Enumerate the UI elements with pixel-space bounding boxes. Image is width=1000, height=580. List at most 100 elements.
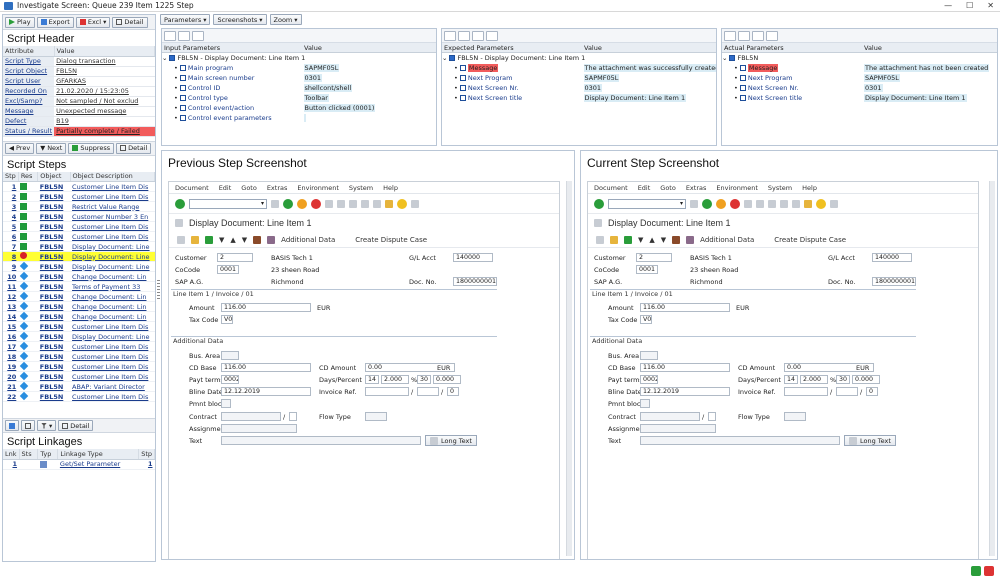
step-object[interactable]: FBL5N [37,201,71,212]
param-row[interactable]: • Main screen number 0301 [162,73,436,83]
step-object[interactable]: FBL5N [37,271,71,282]
menu-item[interactable]: Extras [267,184,288,192]
param-row[interactable]: • Next Program SAPMF05L [442,73,716,83]
input-field[interactable]: V0 [221,315,233,324]
header-attr[interactable]: Status / Result [3,126,55,137]
param-row[interactable]: • Control type Toolbar [162,93,436,103]
input-field[interactable]: 12.12.2019 [221,387,311,396]
input-field[interactable]: 116.00 [640,303,730,312]
ok-button[interactable] [971,566,981,576]
step-number[interactable]: 18 [3,351,19,362]
filter-button[interactable]: ▾ [37,420,57,431]
input-field[interactable]: 0 [866,387,878,396]
vertical-splitter[interactable] [157,280,160,300]
input-field[interactable]: 0.000 [433,375,461,384]
step-row[interactable]: 10 FBL5N Change Document: Lin [3,271,155,282]
step-row[interactable]: 20 FBL5N Customer Line Item Dis [3,371,155,382]
menu-item[interactable]: System [349,184,373,192]
input-field[interactable]: 0001 [636,265,658,274]
step-description[interactable]: Customer Line Item Dis [70,321,155,332]
step-row[interactable]: 9 FBL5N Display Document: Line [3,261,155,272]
scrollbar[interactable] [989,181,995,556]
header-value[interactable]: Dialog transaction [54,56,155,67]
input-field[interactable] [221,424,297,433]
step-row[interactable]: 8 FBL5N Display Document: Line [3,251,155,262]
linkage-step[interactable]: 1 [138,459,155,470]
step-description[interactable]: Display Document: Line [70,331,155,342]
step-number[interactable]: 19 [3,361,19,372]
menu-item[interactable]: System [768,184,792,192]
step-number[interactable]: 15 [3,321,19,332]
input-field[interactable]: 30 [417,375,431,384]
step-description[interactable]: Customer Line Item Dis [70,221,155,232]
header-value[interactable]: Partially complete / Failed [54,126,155,137]
input-field[interactable]: 14 [784,375,798,384]
steps-col[interactable]: Object Description [70,171,155,182]
step-description[interactable]: Customer Line Item Dis [70,391,155,402]
print-icon[interactable] [325,199,333,208]
page-icon[interactable] [792,199,800,208]
input-field[interactable]: 116.00 [221,303,311,312]
enter-icon[interactable] [594,198,604,209]
step-row[interactable]: 16 FBL5N Display Document: Line [3,331,155,342]
input-field[interactable]: 0 [447,387,459,396]
step-description[interactable]: Customer Line Item Dis [70,231,155,242]
param-row[interactable]: • Next Screen title Display Document: Line… [442,93,716,103]
tool-icon[interactable] [610,235,618,244]
step-object[interactable]: FBL5N [37,311,71,322]
header-value[interactable]: GFARKAS [54,76,155,87]
step-row[interactable]: 3 FBL5N Restrict Value Range [3,201,155,212]
settings-icon[interactable] [411,199,419,208]
input-field[interactable]: V0 [640,315,652,324]
step-number[interactable]: 11 [3,281,19,292]
step-object[interactable]: FBL5N [37,231,71,242]
input-field[interactable] [784,387,828,396]
step-number[interactable]: 21 [3,381,19,392]
step-description[interactable]: Customer Line Item Dis [70,181,155,192]
cancel-icon[interactable] [311,198,321,209]
linkage-col[interactable]: Linkage Type [57,449,140,460]
tool-icon[interactable] [686,235,695,244]
tool-icon[interactable] [177,235,185,244]
menu-item[interactable]: Edit [219,184,232,192]
cancel-icon[interactable] [730,198,740,209]
up-icon[interactable]: ▲ [649,236,654,244]
step-description[interactable]: Terms of Payment 33 [70,281,155,292]
header-value[interactable]: B19 [54,116,155,127]
param-row[interactable]: • Control event/action Button clicked (000… [162,103,436,113]
tool-icon[interactable] [672,235,681,244]
next-button[interactable]: ▼ Next [36,142,67,154]
input-field[interactable] [836,387,858,396]
tool-icon[interactable] [191,235,199,244]
maximize-icon[interactable]: ☐ [966,1,973,10]
step-row[interactable]: 21 FBL5N ABAP: Variant Director [3,381,155,392]
linkage-col[interactable]: Lnk [3,449,20,460]
step-number[interactable]: 20 [3,371,19,382]
step-object[interactable]: FBL5N [37,381,71,392]
header-attr[interactable]: Message [3,106,55,117]
export-button[interactable]: Export [36,16,74,28]
param-row[interactable]: • Next Program SAPMF05L [722,73,997,83]
help-icon[interactable] [397,198,407,209]
input-field[interactable]: 2.000 [800,375,828,384]
header-attr[interactable]: Script Type [3,56,55,67]
tree-tool-2[interactable] [738,30,750,41]
header-value[interactable]: Unexpected message [54,106,155,117]
step-description[interactable]: Display Document: Line [70,241,155,252]
header-value[interactable]: Not sampled / Not exclud [54,96,155,107]
header-attr[interactable]: Recorded On [3,86,55,97]
exit-icon[interactable] [716,198,726,209]
param-row[interactable]: • Message The attachment was successfully … [442,63,716,73]
input-field[interactable] [784,412,806,421]
step-description[interactable]: Customer Line Item Dis [70,361,155,372]
screenshots-button[interactable]: Screenshots ▾ [213,14,267,25]
exit-icon[interactable] [297,198,307,209]
step-description[interactable]: Customer Line Item Dis [70,351,155,362]
step-row[interactable]: 11 FBL5N Terms of Payment 33 [3,281,155,292]
input-field[interactable]: 140000 [872,253,912,262]
param-row[interactable]: • Message The attachment has not been crea… [722,63,997,73]
command-field[interactable]: ▾ [189,198,267,209]
linkage-type[interactable]: Get/Set Parameter [57,459,139,470]
down-icon[interactable]: ▼ [661,236,666,244]
step-object[interactable]: FBL5N [37,391,71,402]
